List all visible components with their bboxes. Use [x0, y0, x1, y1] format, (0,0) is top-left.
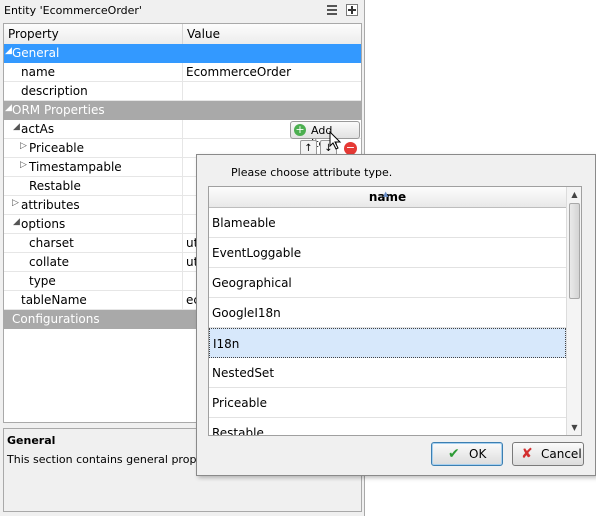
attribute-type-list[interactable]: ▲ name Blameable EventLoggable Geographi… [208, 186, 582, 436]
list-item-selected[interactable]: I18n [209, 328, 566, 358]
collapse-arrow-icon[interactable]: ◢ [13, 217, 20, 227]
checkmark-icon: ✔ [448, 446, 460, 462]
grid-header: Property Value [4, 24, 361, 45]
list-item-label: Blameable [212, 216, 276, 230]
cancel-label: Cancel [541, 447, 582, 461]
list-item-label: Priceable [212, 396, 267, 410]
expand-icon[interactable] [346, 4, 358, 16]
list-item[interactable]: Geographical [209, 268, 566, 298]
section-label: ORM Properties [12, 103, 105, 117]
scroll-down-icon[interactable]: ▼ [567, 420, 581, 435]
property-label: Restable [29, 179, 81, 193]
scrollbar-thumb[interactable] [569, 203, 580, 299]
panel-title: Entity 'EcommerceOrder' [4, 4, 142, 17]
property-label: Timestampable [29, 160, 122, 174]
property-value[interactable]: EcommerceOrder [186, 65, 291, 79]
property-label: description [21, 84, 88, 98]
add-icon: + [294, 123, 306, 136]
list-item[interactable]: NestedSet [209, 358, 566, 388]
property-column-header[interactable]: Property [8, 27, 59, 41]
collapse-arrow-icon[interactable]: ◢ [13, 122, 20, 132]
collapse-arrow-icon[interactable]: ◢ [5, 46, 12, 56]
expand-arrow-icon[interactable]: ▷ [12, 198, 19, 208]
cancel-x-icon: ✘ [521, 446, 533, 462]
list-item-label: EventLoggable [212, 246, 302, 260]
property-label: tableName [21, 293, 87, 307]
vertical-scrollbar[interactable]: ▲ ▼ [566, 187, 581, 435]
expand-arrow-icon[interactable]: ▷ [20, 160, 27, 170]
list-item-label: I18n [213, 337, 240, 351]
expand-arrow-icon[interactable]: ▷ [20, 141, 27, 151]
section-label: Configurations [12, 312, 100, 326]
list-item-label: Restable [212, 426, 264, 436]
property-label: type [29, 274, 56, 288]
property-row-description[interactable]: description [4, 82, 361, 101]
ok-button[interactable]: ✔ OK [431, 442, 503, 466]
list-item[interactable]: Blameable [209, 208, 566, 238]
list-item[interactable]: Restable [209, 418, 566, 436]
property-label: options [21, 217, 66, 231]
property-label: name [21, 65, 56, 79]
property-row-name[interactable]: name EcommerceOrder [4, 63, 361, 82]
list-icon[interactable] [326, 4, 338, 16]
list-item-label: Geographical [212, 276, 292, 290]
property-label: charset [29, 236, 74, 250]
dialog-prompt: Please choose attribute type. [231, 166, 393, 179]
ok-label: OK [469, 447, 487, 461]
list-item-label: NestedSet [212, 366, 275, 380]
help-title: General [7, 434, 56, 447]
property-label: collate [29, 255, 70, 269]
scroll-up-icon[interactable]: ▲ [567, 187, 581, 202]
property-label: Priceable [29, 141, 84, 155]
name-column-header[interactable]: ▲ name [209, 187, 566, 208]
attribute-type-dialog: Please choose attribute type. ▲ name Bla… [196, 154, 596, 476]
panel-titlebar: Entity 'EcommerceOrder' [0, 0, 364, 22]
property-label: actAs [21, 122, 55, 136]
collapse-arrow-icon[interactable]: ◢ [5, 103, 12, 113]
section-orm-properties[interactable]: ◢ ORM Properties [4, 101, 361, 120]
list-item[interactable]: GoogleI18n [209, 298, 566, 328]
help-description: This section contains general properties [7, 453, 228, 466]
section-general[interactable]: ◢ General [4, 44, 361, 63]
cancel-button[interactable]: ✘ Cancel [512, 442, 584, 466]
property-label: attributes [21, 198, 80, 212]
section-label: General [12, 46, 60, 60]
value-column-header[interactable]: Value [187, 27, 220, 41]
list-item[interactable]: Priceable [209, 388, 566, 418]
property-row-actas[interactable]: ◢ actAs + Add Item [4, 120, 361, 150]
list-item[interactable]: EventLoggable [209, 238, 566, 268]
sort-indicator-icon: ▲ [383, 190, 389, 198]
list-item-label: GoogleI18n [212, 306, 281, 320]
add-item-button[interactable]: + Add Item [290, 121, 360, 150]
